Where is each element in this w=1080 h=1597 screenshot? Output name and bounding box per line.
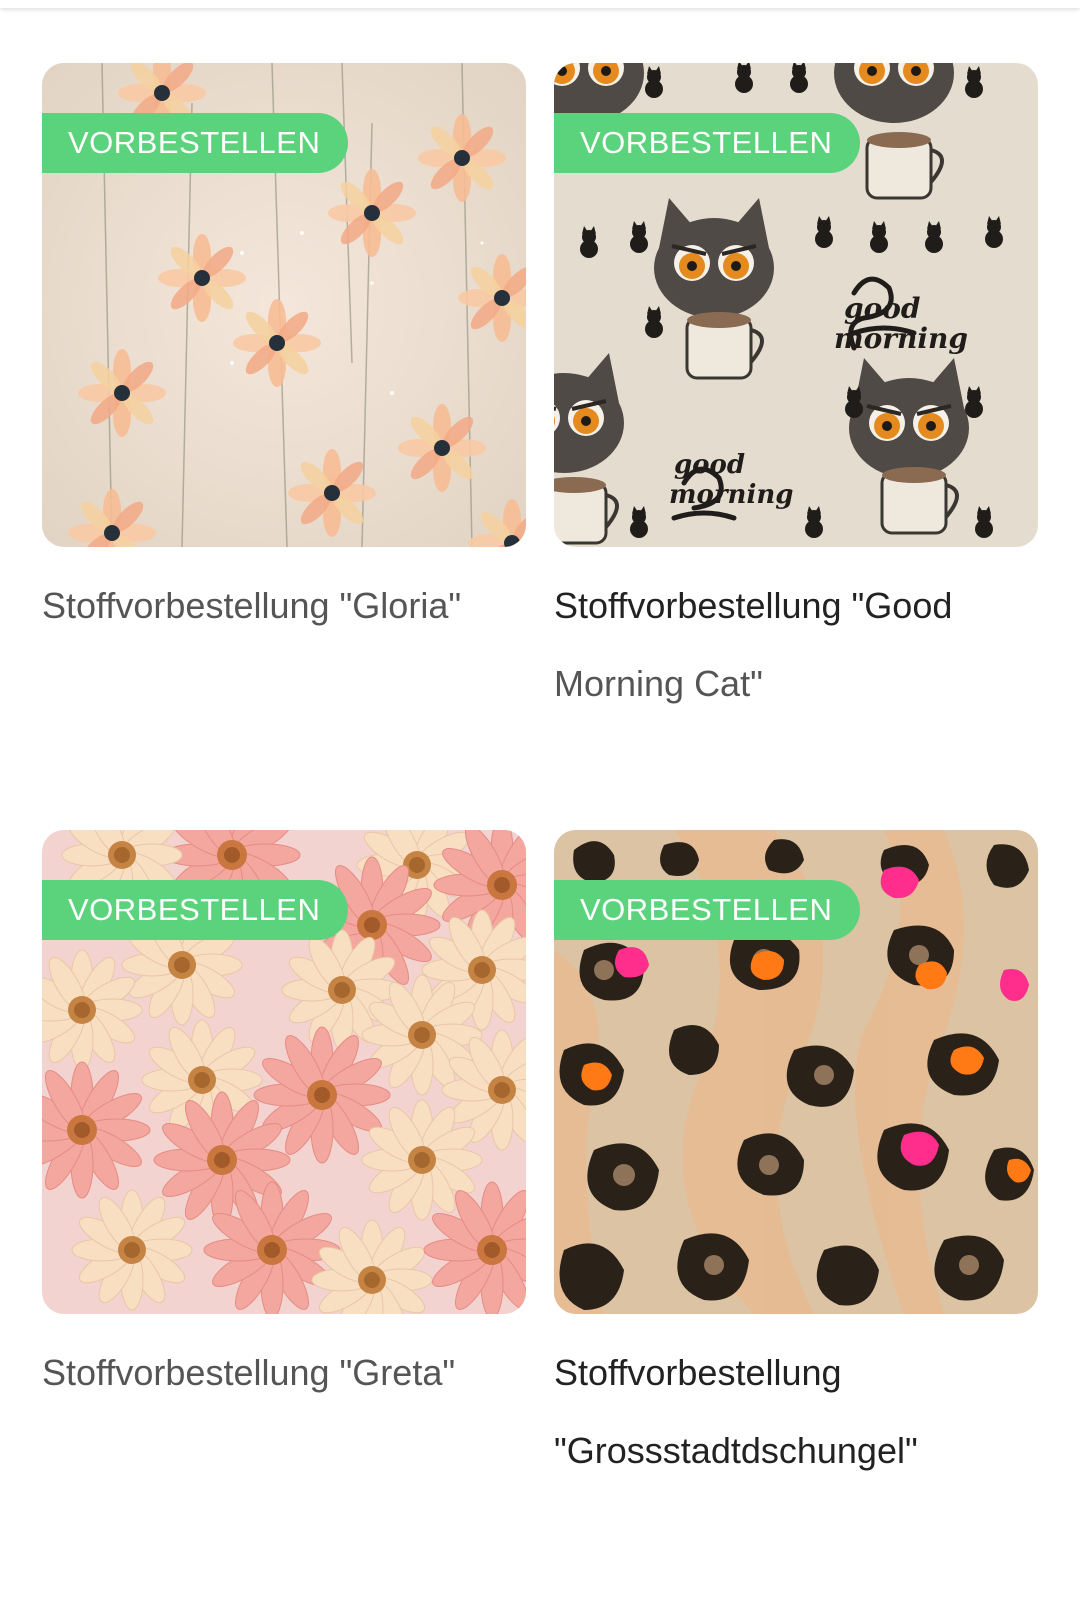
- product-image-greta[interactable]: VORBESTELLEN: [42, 830, 526, 1314]
- product-image-gloria[interactable]: VORBESTELLEN: [42, 63, 526, 547]
- product-title-line2: Morning Cat": [554, 663, 763, 704]
- product-title[interactable]: Stoffvorbestellung "Gloria": [42, 567, 526, 645]
- svg-text:good: good: [674, 450, 745, 480]
- product-image-grossstadtdschungel[interactable]: VORBESTELLEN: [554, 830, 1038, 1314]
- preorder-badge: VORBESTELLEN: [42, 113, 349, 173]
- svg-text:morning: morning: [834, 322, 968, 355]
- svg-text:morning: morning: [669, 480, 793, 510]
- product-title-line1: Stoffvorbestellung "Good: [554, 585, 953, 626]
- product-title-line1: Stoffvorbestellung "Greta": [42, 1352, 456, 1393]
- product-image-good-morning-cat[interactable]: good morning good morning VORBESTELLEN: [554, 63, 1038, 547]
- preorder-badge: VORBESTELLEN: [42, 880, 349, 940]
- product-title-line2: "Grossstadtdschungel": [554, 1430, 918, 1471]
- svg-text:good: good: [844, 292, 921, 325]
- preorder-badge: VORBESTELLEN: [554, 113, 861, 173]
- preorder-badge: VORBESTELLEN: [554, 880, 861, 940]
- product-card-gloria[interactable]: VORBESTELLEN Stoffvorbestellung "Gloria": [42, 63, 526, 830]
- product-title[interactable]: Stoffvorbestellung "Greta": [42, 1334, 526, 1412]
- product-title-line1: Stoffvorbestellung "Gloria": [42, 585, 462, 626]
- product-title-line1: Stoffvorbestellung: [554, 1352, 842, 1393]
- product-title[interactable]: Stoffvorbestellung "Grossstadtdschungel": [554, 1334, 1038, 1490]
- product-card-good-morning-cat[interactable]: good morning good morning VORBESTELLEN S…: [554, 63, 1038, 830]
- product-title[interactable]: Stoffvorbestellung "Good Morning Cat": [554, 567, 1038, 723]
- product-grid: VORBESTELLEN Stoffvorbestellung "Gloria": [42, 63, 1038, 1597]
- top-bar: [0, 0, 1080, 8]
- product-card-grossstadtdschungel[interactable]: VORBESTELLEN Stoffvorbestellung "Grossst…: [554, 830, 1038, 1597]
- product-card-greta[interactable]: VORBESTELLEN Stoffvorbestellung "Greta": [42, 830, 526, 1597]
